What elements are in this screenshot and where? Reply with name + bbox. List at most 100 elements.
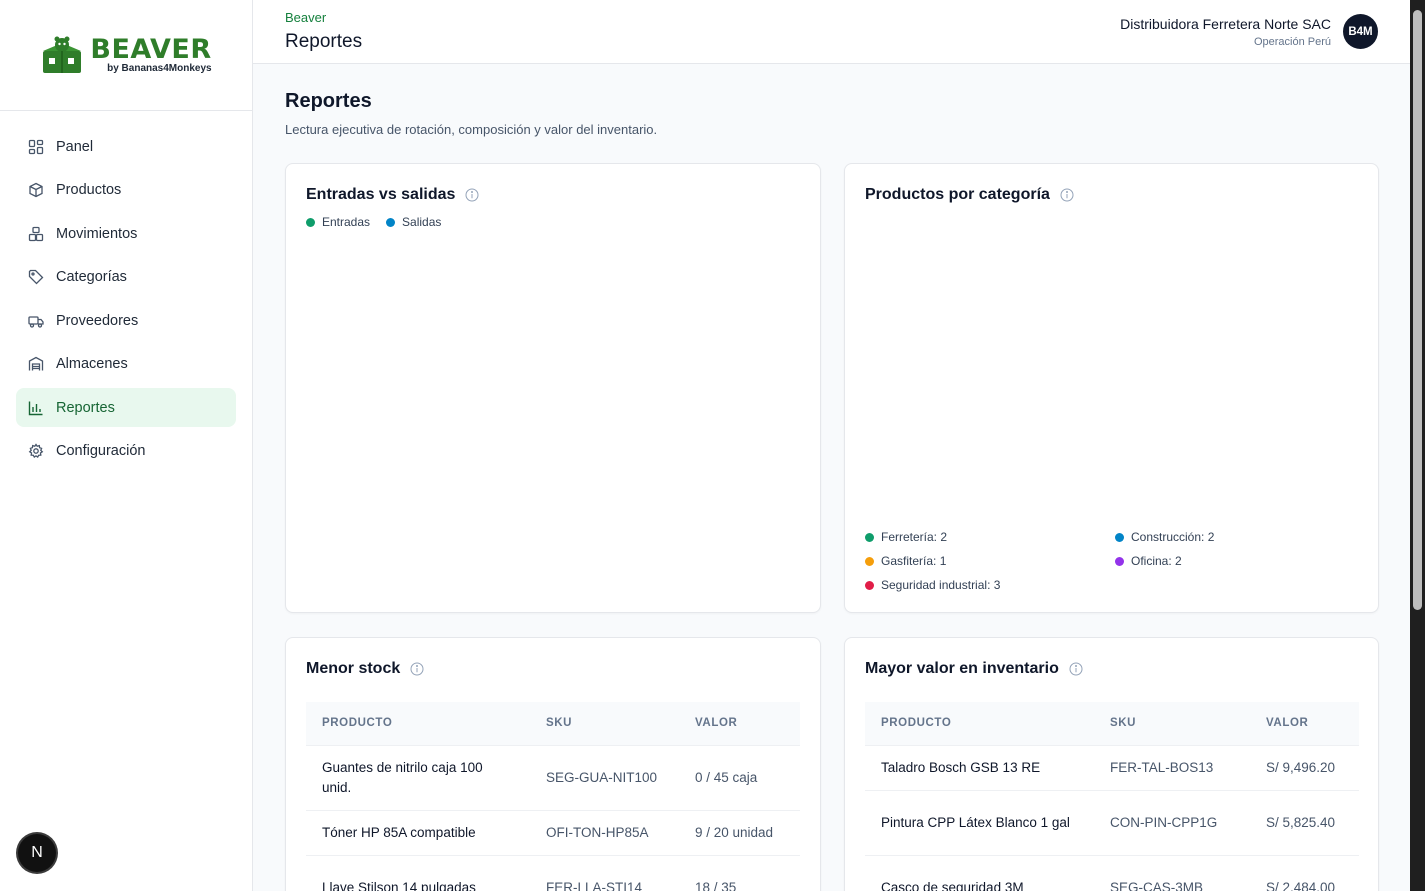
info-icon[interactable] bbox=[410, 662, 424, 676]
legend-item[interactable]: Ferretería: 2 bbox=[865, 530, 1115, 544]
flows-legend: Entradas Salidas bbox=[306, 215, 441, 229]
column-header-value[interactable]: VALOR bbox=[1250, 702, 1359, 745]
legend-dot bbox=[865, 580, 874, 590]
product-cell: Taladro Bosch GSB 13 RE bbox=[865, 744, 1094, 790]
product-cell: Tóner HP 85A compatible bbox=[306, 809, 530, 855]
sidebar-item-label: Reportes bbox=[56, 399, 115, 416]
table-row[interactable]: Casco de seguridad 3M SEG-CAS-3MB S/ 2,4… bbox=[865, 854, 1359, 891]
sidebar-item-movimientos[interactable]: Movimientos bbox=[16, 214, 236, 253]
card-title: Menor stock bbox=[306, 660, 424, 678]
brand-name: BEAVER bbox=[90, 34, 212, 65]
table-row[interactable]: Taladro Bosch GSB 13 RE FER-TAL-BOS13 S/… bbox=[865, 744, 1359, 790]
info-icon[interactable] bbox=[465, 188, 479, 202]
table-row[interactable]: Pintura CPP Látex Blanco 1 gal CON-PIN-C… bbox=[865, 789, 1359, 855]
sidebar-item-label: Categorías bbox=[56, 269, 127, 285]
top-value-title: Mayor valor en inventario bbox=[865, 660, 1059, 677]
legend-dot bbox=[1115, 556, 1124, 566]
legend-item[interactable]: Salidas bbox=[386, 215, 441, 229]
legend-item[interactable]: Seguridad industrial: 3 bbox=[865, 578, 1115, 592]
column-header-sku[interactable]: SKU bbox=[1094, 702, 1250, 745]
sidebar-item-label: Configuración bbox=[56, 443, 146, 459]
legend-dot bbox=[865, 532, 874, 542]
legend-label: Entradas bbox=[322, 215, 371, 229]
value-cell: S/ 2,484.00 bbox=[1250, 854, 1359, 891]
legend-item[interactable]: Construcción: 2 bbox=[1115, 530, 1365, 544]
sku-cell: CON-PIN-CPP1G bbox=[1094, 789, 1250, 855]
boxes-icon bbox=[28, 226, 44, 242]
table-row[interactable]: Tóner HP 85A compatible OFI-TON-HP85A 9 … bbox=[306, 809, 800, 855]
brand-logo[interactable]: BEAVER by Bananas4Monkeys bbox=[0, 0, 252, 111]
legend-label: Oficina: 2 bbox=[1131, 554, 1182, 568]
sku-cell: FER-TAL-BOS13 bbox=[1094, 744, 1250, 790]
card-title: Productos por categoría bbox=[865, 186, 1074, 204]
legend-label: Seguridad industrial: 3 bbox=[881, 578, 1001, 592]
grid-icon bbox=[28, 139, 44, 155]
product-cell: Llave Stilson 14 pulgadas bbox=[306, 854, 530, 891]
legend-label: Construcción: 2 bbox=[1131, 530, 1215, 544]
sku-cell: SEG-CAS-3MB bbox=[1094, 854, 1250, 891]
top-value-card: Mayor valor en inventario PRODUCTO SKU V… bbox=[844, 637, 1379, 891]
value-cell: 18 / 35 bbox=[679, 854, 800, 891]
value-cell: 9 / 20 unidad bbox=[679, 809, 800, 855]
product-cell: Pintura CPP Látex Blanco 1 gal bbox=[865, 789, 1094, 855]
sidebar-nav: Panel Productos Movimientos Categorías P… bbox=[0, 111, 252, 471]
table-row[interactable]: Guantes de nitrilo caja 100 unid. SEG-GU… bbox=[306, 744, 800, 810]
sku-cell: FER-LLA-STI14 bbox=[530, 854, 679, 891]
sidebar-item-productos[interactable]: Productos bbox=[16, 171, 236, 210]
sidebar-item-label: Movimientos bbox=[56, 225, 138, 242]
sidebar-item-label: Productos bbox=[56, 182, 122, 198]
categories-card: Productos por categoría Ferretería: 2 Co… bbox=[844, 163, 1379, 613]
header-title: Reportes bbox=[285, 31, 363, 52]
info-icon[interactable] bbox=[1069, 662, 1083, 676]
top-header: Beaver Reportes Distribuidora Ferretera … bbox=[253, 0, 1410, 64]
legend-label: Salidas bbox=[402, 215, 442, 229]
box-icon bbox=[28, 182, 44, 198]
sidebar-item-reportes[interactable]: Reportes bbox=[16, 388, 236, 427]
avatar[interactable]: B4M bbox=[1343, 14, 1378, 49]
table-header-row: PRODUCTO SKU VALOR bbox=[865, 702, 1359, 745]
card-title: Entradas vs salidas bbox=[306, 186, 479, 204]
info-icon[interactable] bbox=[1060, 188, 1074, 202]
company-name: Distribuidora Ferretera Norte SAC bbox=[1120, 16, 1331, 32]
page-scrollbar[interactable] bbox=[1410, 0, 1425, 891]
sidebar-item-configuracion[interactable]: Configuración bbox=[16, 432, 236, 471]
value-cell: S/ 9,496.20 bbox=[1250, 744, 1359, 790]
flows-title: Entradas vs salidas bbox=[306, 186, 456, 203]
low-stock-table: PRODUCTO SKU VALOR Guantes de nitrilo ca… bbox=[306, 702, 800, 891]
value-cell: 0 / 45 caja bbox=[679, 744, 800, 810]
flows-card: Entradas vs salidas Entradas Salidas bbox=[285, 163, 821, 613]
sidebar-item-almacenes[interactable]: Almacenes bbox=[16, 345, 236, 384]
legend-dot bbox=[386, 217, 396, 227]
sidebar-item-categorias[interactable]: Categorías bbox=[16, 258, 236, 297]
legend-item[interactable]: Entradas bbox=[306, 215, 370, 229]
column-header-value[interactable]: VALOR bbox=[679, 702, 800, 745]
categories-legend: Ferretería: 2 Construcción: 2 Gasfitería… bbox=[865, 530, 1365, 592]
table-row[interactable]: Llave Stilson 14 pulgadas FER-LLA-STI14 … bbox=[306, 854, 800, 891]
warehouse-icon bbox=[28, 356, 44, 372]
top-value-table: PRODUCTO SKU VALOR Taladro Bosch GSB 13 … bbox=[865, 702, 1359, 891]
gear-icon bbox=[28, 443, 44, 459]
sidebar-item-proveedores[interactable]: Proveedores bbox=[16, 301, 236, 340]
legend-label: Ferretería: 2 bbox=[881, 530, 948, 544]
legend-dot bbox=[865, 556, 874, 566]
brand-byline: by Bananas4Monkeys bbox=[107, 63, 212, 74]
column-header-product[interactable]: PRODUCTO bbox=[306, 702, 530, 745]
legend-item[interactable]: Gasfitería: 1 bbox=[865, 554, 1115, 568]
table-header-row: PRODUCTO SKU VALOR bbox=[306, 702, 800, 745]
card-title: Mayor valor en inventario bbox=[865, 660, 1083, 678]
page-title: Reportes bbox=[285, 90, 372, 112]
legend-dot bbox=[1115, 532, 1124, 542]
categories-title: Productos por categoría bbox=[865, 186, 1050, 203]
product-cell: Guantes de nitrilo caja 100 unid. bbox=[306, 744, 530, 810]
column-header-product[interactable]: PRODUCTO bbox=[865, 702, 1094, 745]
dev-tools-badge[interactable]: N bbox=[18, 834, 56, 872]
value-cell: S/ 5,825.40 bbox=[1250, 789, 1359, 855]
column-header-sku[interactable]: SKU bbox=[530, 702, 679, 745]
breadcrumb[interactable]: Beaver bbox=[285, 10, 326, 25]
bar-chart-icon bbox=[28, 400, 44, 416]
legend-item[interactable]: Oficina: 2 bbox=[1115, 554, 1365, 568]
sidebar-item-panel[interactable]: Panel bbox=[16, 127, 236, 166]
scrollbar-thumb[interactable] bbox=[1413, 10, 1422, 610]
sidebar-item-label: Almacenes bbox=[56, 356, 128, 372]
product-cell: Casco de seguridad 3M bbox=[865, 854, 1094, 891]
